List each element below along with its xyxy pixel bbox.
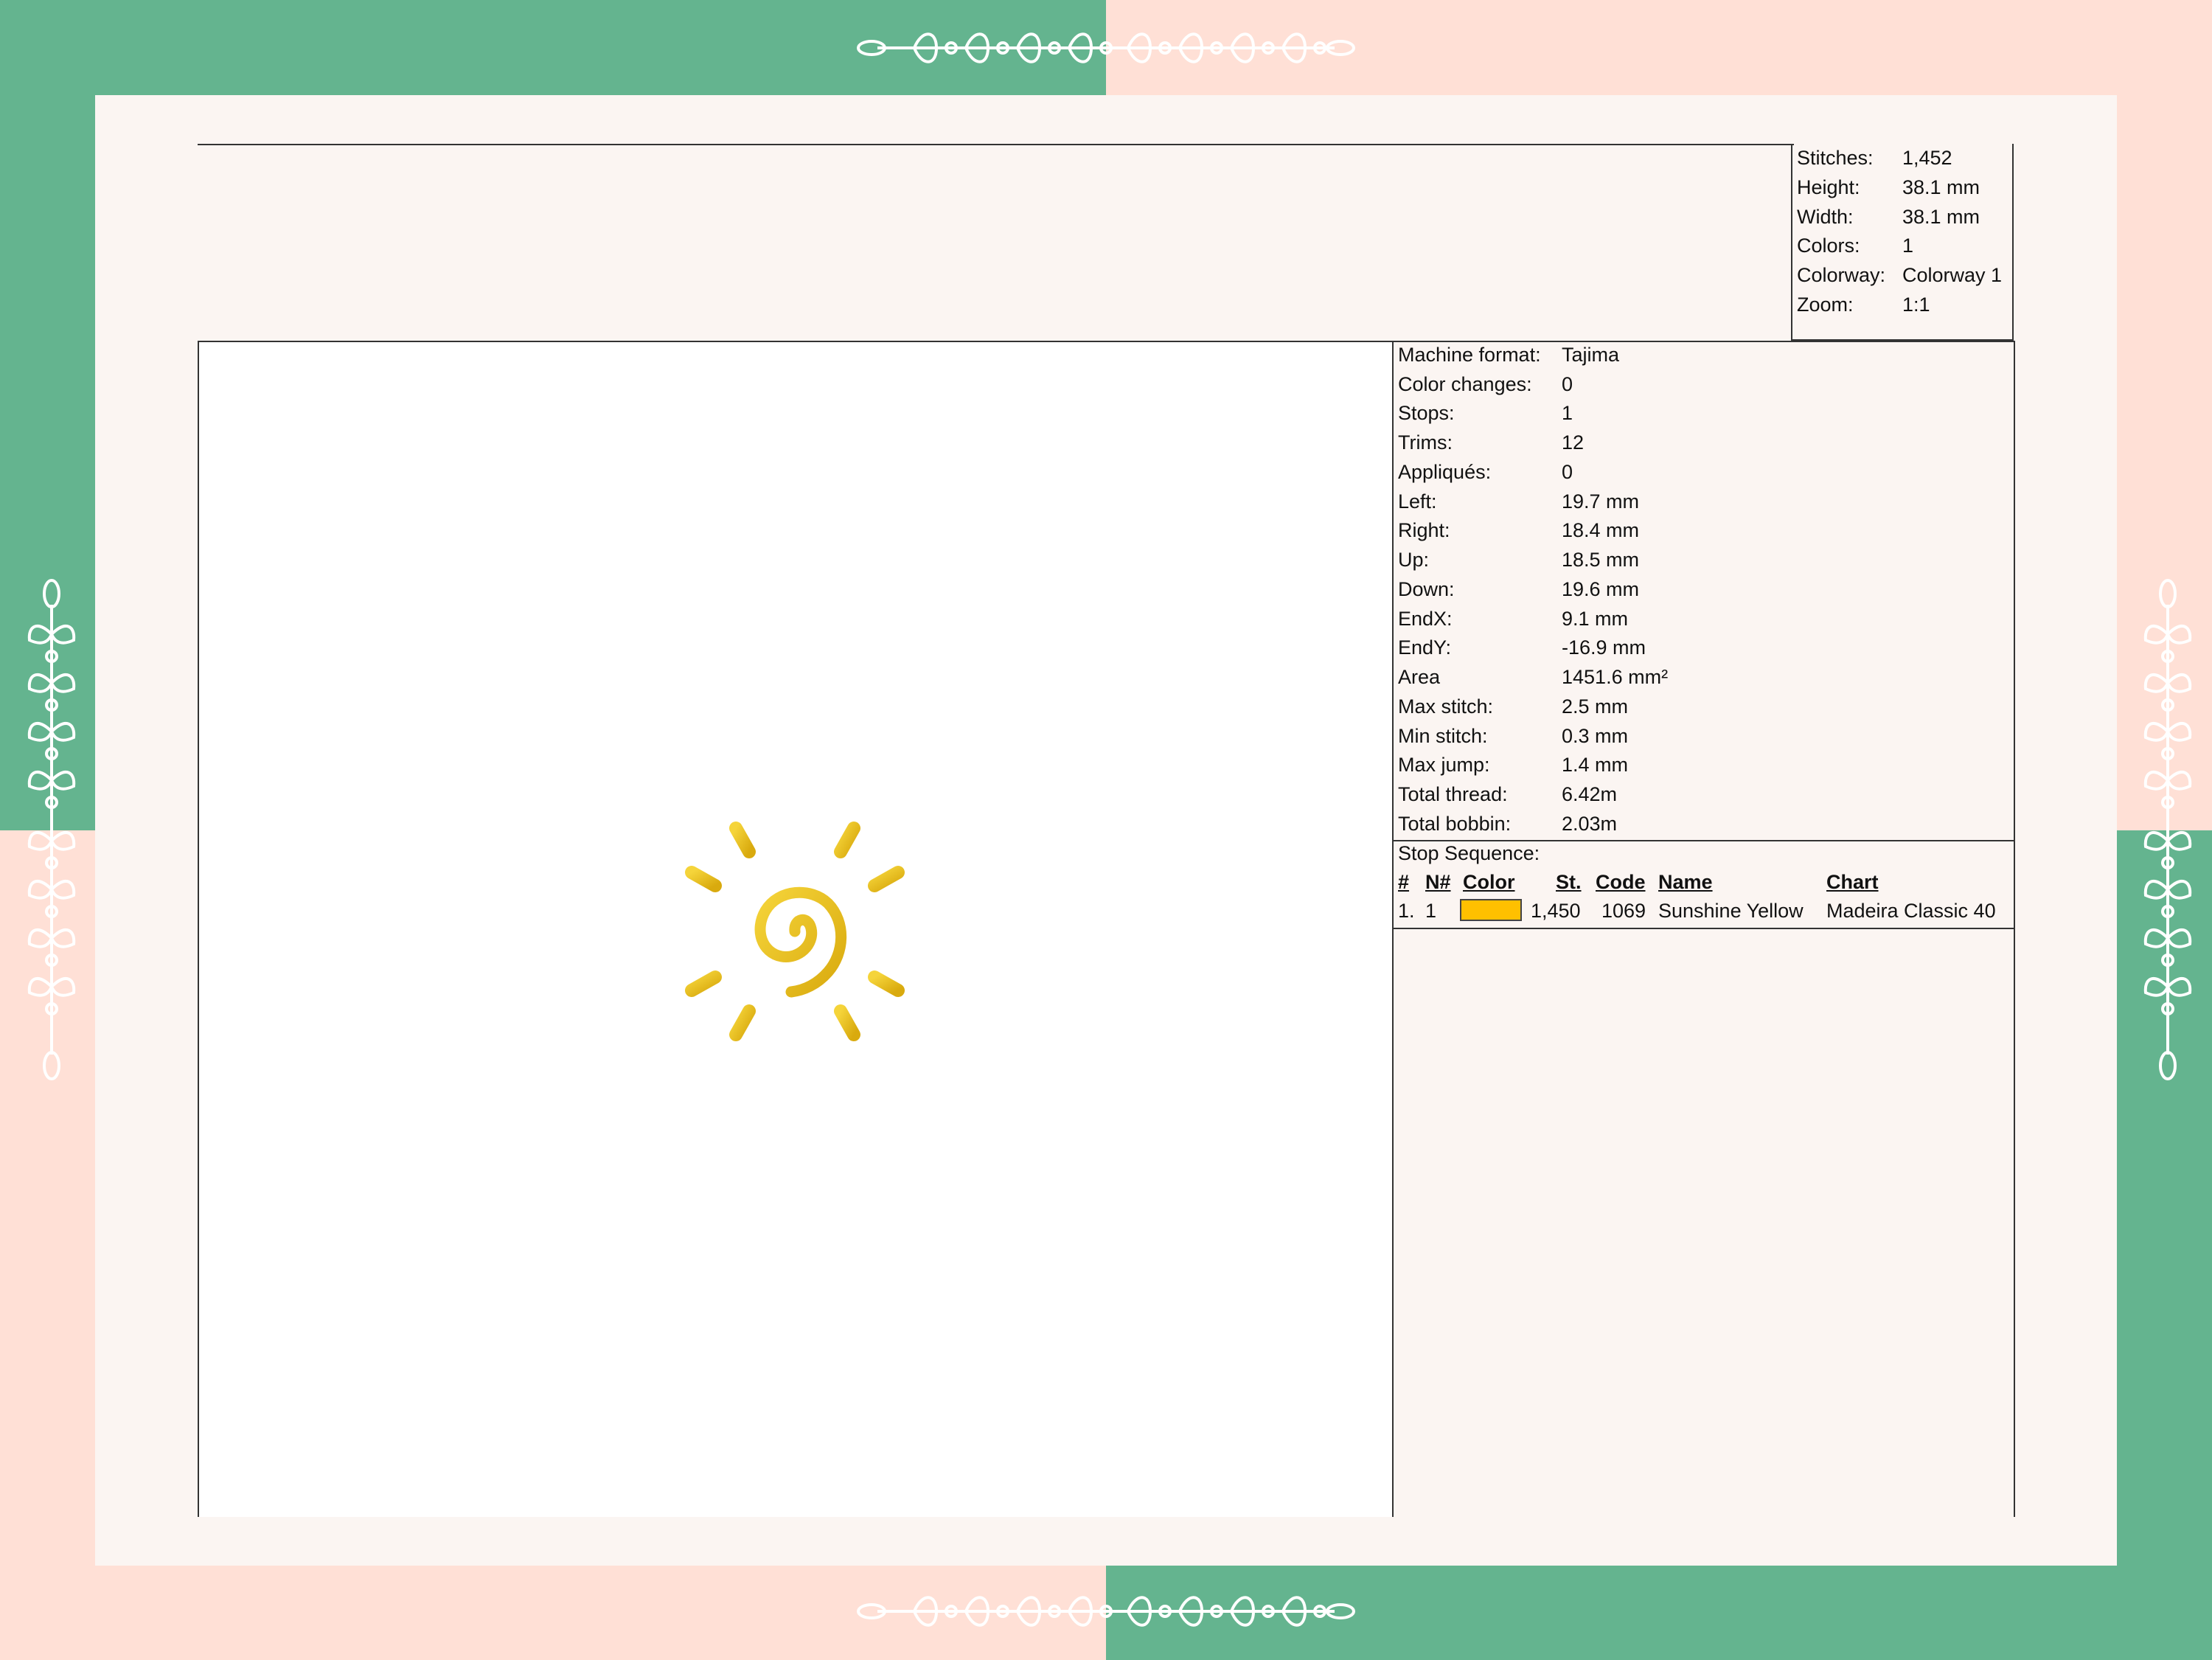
cell-num: 1. — [1398, 900, 1415, 922]
leaf-vine-ornament-icon — [857, 1596, 1355, 1627]
cell-st: 1,450 — [1531, 900, 1581, 922]
cell-chart: Madeira Classic 40 — [1826, 900, 1996, 922]
col-header-num: # — [1398, 871, 1410, 893]
col-header-code: Code — [1596, 871, 1646, 893]
leaf-vine-ornament-icon — [27, 579, 76, 1080]
leaf-vine-ornament-icon — [2143, 579, 2192, 1080]
col-header-chart: Chart — [1826, 871, 1879, 893]
table-divider — [1392, 928, 2015, 929]
cell-name: Sunshine Yellow — [1658, 900, 1804, 922]
sun-embroidery-design — [672, 808, 918, 1055]
leaf-vine-ornament-icon — [857, 32, 1355, 63]
col-header-st: St. — [1556, 871, 1582, 893]
stop-sequence-title: Stop Sequence: — [1398, 842, 1540, 864]
col-header-name: Name — [1658, 871, 1713, 893]
header-rule — [198, 144, 1794, 145]
design-preview — [199, 342, 1392, 1517]
color-swatch — [1460, 899, 1522, 921]
cell-code: 1069 — [1601, 900, 1646, 922]
col-header-n: N# — [1425, 871, 1451, 893]
cell-n: 1 — [1425, 900, 1437, 922]
col-header-color: Color — [1463, 871, 1515, 893]
